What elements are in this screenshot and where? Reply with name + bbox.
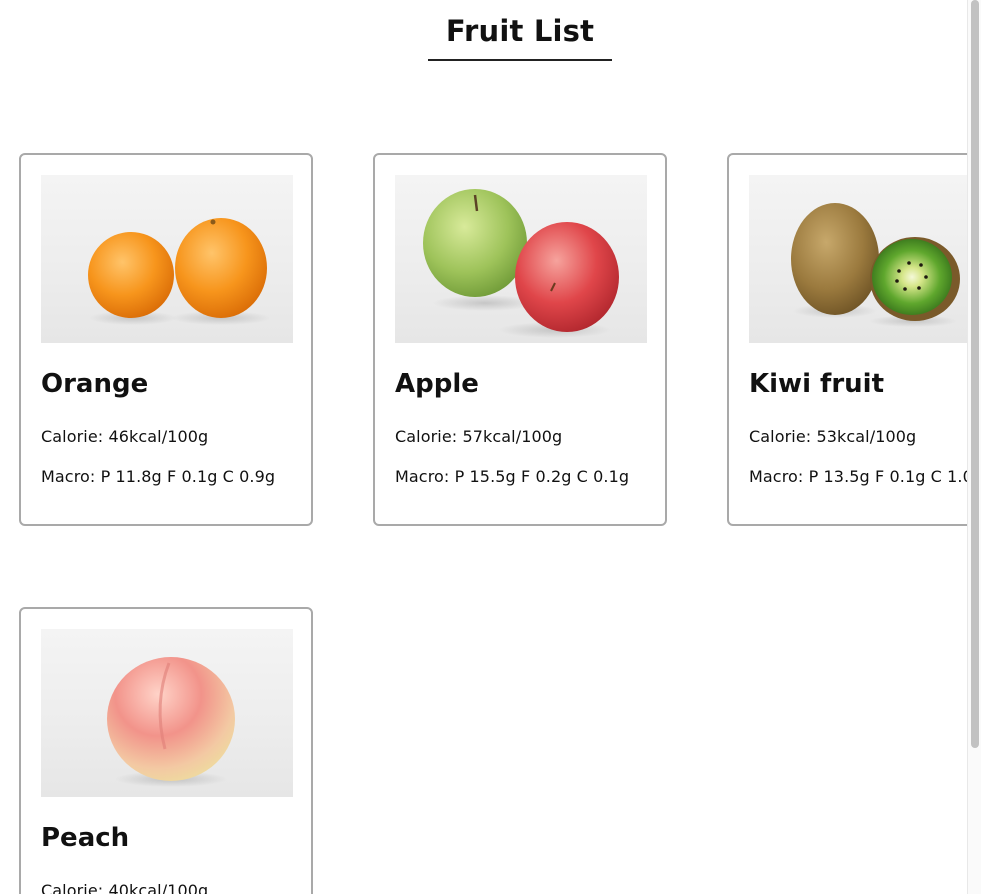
fruit-name: Kiwi fruit xyxy=(749,369,885,399)
orange-image xyxy=(41,175,293,343)
fruit-macro: Macro: P 15.5g F 0.2g C 0.1g xyxy=(395,467,630,486)
fruit-calorie: Calorie: 40kcal/100g xyxy=(41,881,209,894)
fruit-card-orange[interactable]: Orange Calorie: 46kcal/100g Macro: P 11.… xyxy=(19,153,313,526)
fruit-card-kiwi[interactable]: Kiwi fruit Calorie: 53kcal/100g Macro: P… xyxy=(727,153,981,526)
page-viewport: Fruit List Orange Calorie: 46kcal/100g M… xyxy=(0,0,981,894)
scrollbar-thumb[interactable] xyxy=(971,0,979,748)
page-title: Fruit List xyxy=(428,14,612,61)
fruit-calorie: Calorie: 53kcal/100g xyxy=(749,427,917,446)
fruit-name: Orange xyxy=(41,369,149,399)
apple-image xyxy=(395,175,647,343)
fruit-card-apple[interactable]: Apple Calorie: 57kcal/100g Macro: P 15.5… xyxy=(373,153,667,526)
fruit-calorie: Calorie: 57kcal/100g xyxy=(395,427,563,446)
fruit-card-peach[interactable]: Peach Calorie: 40kcal/100g xyxy=(19,607,313,894)
fruit-macro: Macro: P 13.5g F 0.1g C 1.0 xyxy=(749,467,973,486)
fruit-macro: Macro: P 11.8g F 0.1g C 0.9g xyxy=(41,467,276,486)
kiwi-image xyxy=(749,175,981,343)
fruit-calorie: Calorie: 46kcal/100g xyxy=(41,427,209,446)
peach-image xyxy=(41,629,293,797)
fruit-name: Peach xyxy=(41,823,130,853)
fruit-name: Apple xyxy=(395,369,479,399)
